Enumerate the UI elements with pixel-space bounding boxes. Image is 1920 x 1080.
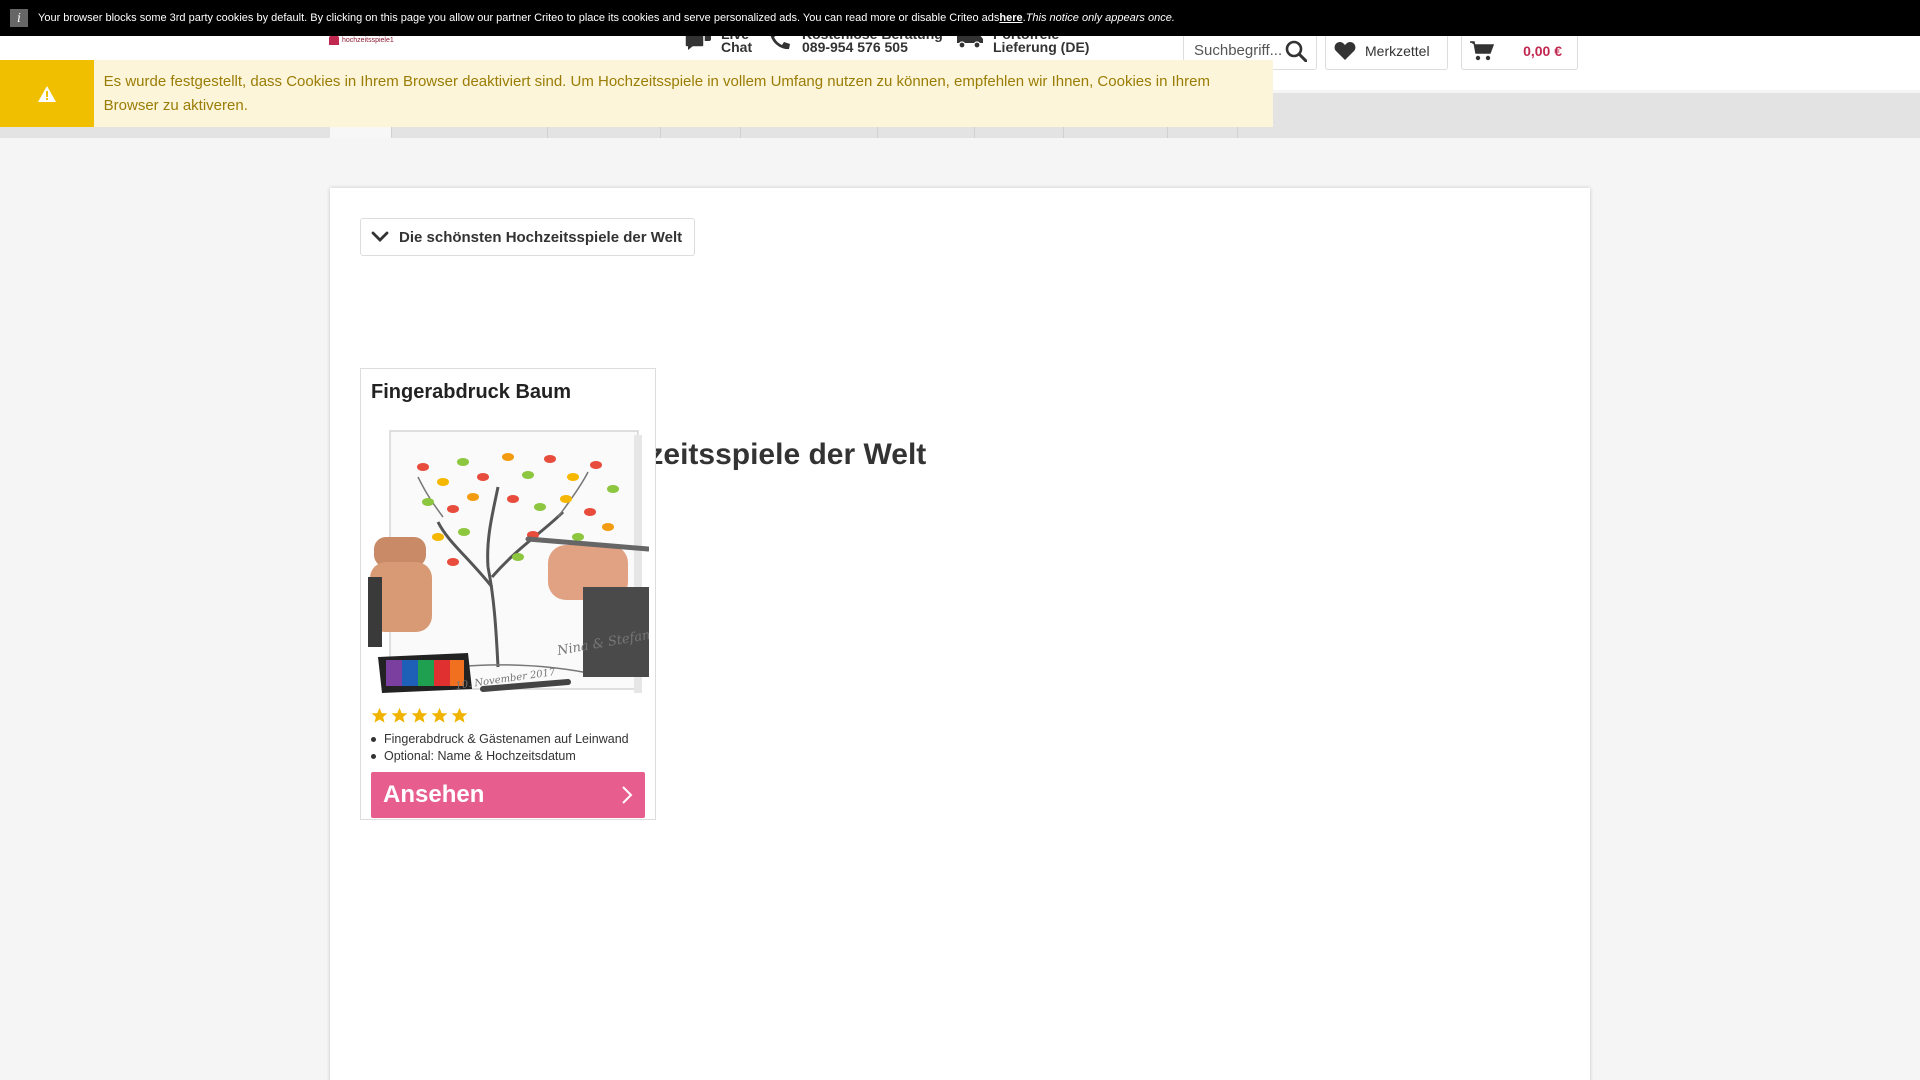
consultation-phone-number: 089-954 576 505 — [802, 39, 908, 55]
cookie-warning-text: Es wurde festgestellt, dass Cookies in I… — [103, 73, 1210, 114]
product-image[interactable]: Nina & Stefan 10. November 2017 — [368, 427, 649, 701]
product-feature: Optional: Name & Hochzeitsdatum — [371, 748, 629, 765]
content-panel: Die schönsten Hochzeitsspiele der Welt D… — [330, 188, 1590, 1080]
cart-total: 0,00 € — [1523, 42, 1562, 59]
view-product-button[interactable]: Ansehen — [371, 772, 645, 818]
cookie-warning-banner: Es wurde festgestellt, dass Cookies in I… — [0, 60, 1273, 127]
cart-icon — [1470, 40, 1494, 60]
product-rating — [371, 707, 468, 724]
star-icon — [451, 707, 468, 723]
heart-icon — [1334, 41, 1356, 60]
chevron-right-icon — [622, 786, 633, 804]
delivery-line2: Lieferung (DE) — [993, 39, 1090, 55]
live-chat-line2: Chat — [721, 39, 753, 55]
cart-button[interactable]: 0,00 € — [1461, 32, 1578, 70]
criteo-once-note: This notice only appears once. — [1025, 12, 1175, 24]
wishlist-label: Merkzettel — [1365, 42, 1430, 59]
star-icon — [431, 707, 448, 723]
product-title[interactable]: Fingerabdruck Baum — [371, 381, 571, 404]
star-icon — [411, 707, 428, 723]
search-icon — [1285, 40, 1308, 63]
product-feature-list: Fingerabdruck & Gästenamen auf Leinwand … — [371, 731, 629, 765]
cookie-warning-icon-box — [0, 60, 94, 127]
view-button-label: Ansehen — [383, 781, 485, 808]
warning-icon — [37, 85, 56, 102]
chevron-down-icon — [371, 231, 389, 242]
info-icon: i — [10, 9, 28, 27]
category-toggle-label: Die schönsten Hochzeitsspiele der Welt — [399, 228, 683, 246]
category-toggle-button[interactable]: Die schönsten Hochzeitsspiele der Welt — [360, 218, 696, 256]
site-logo[interactable]: hochzeitsspiele1 — [329, 36, 394, 45]
product-card[interactable]: Fingerabdruck Baum Nina & Stefan 10. Nov… — [360, 368, 656, 820]
criteo-more-link[interactable]: here — [999, 12, 1022, 24]
star-icon — [391, 707, 408, 723]
logo-mark-icon — [329, 36, 339, 45]
criteo-notice-text: Your browser blocks some 3rd party cooki… — [38, 12, 1000, 24]
product-feature: Fingerabdruck & Gästenamen auf Leinwand — [371, 731, 629, 748]
wishlist-button[interactable]: Merkzettel — [1325, 32, 1448, 70]
criteo-cookie-notice[interactable]: i Your browser blocks some 3rd party coo… — [0, 0, 1920, 36]
logo-text: hochzeitsspiele1 — [342, 37, 394, 44]
search-button[interactable] — [1284, 40, 1308, 64]
star-icon — [371, 707, 388, 723]
